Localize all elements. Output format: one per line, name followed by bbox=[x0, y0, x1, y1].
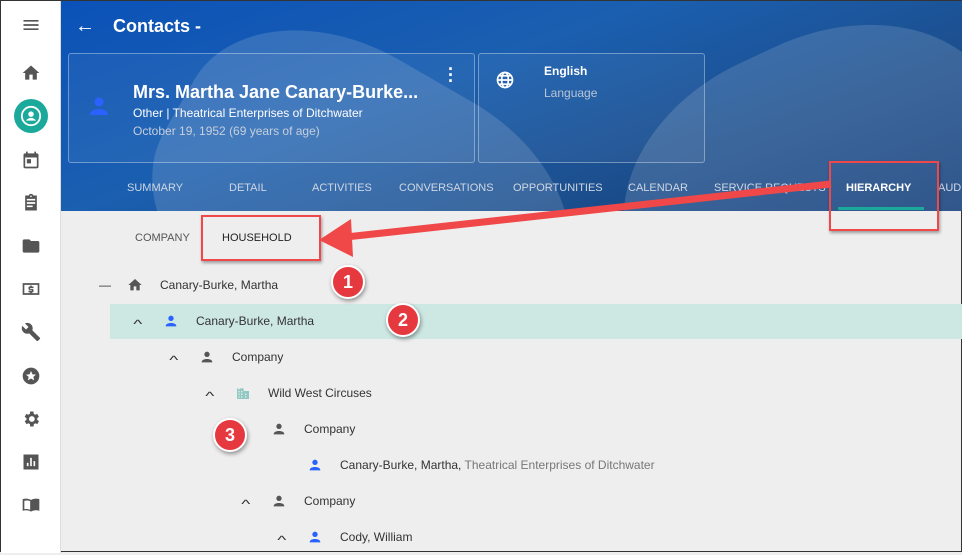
annotation-badge-1: 1 bbox=[331, 265, 365, 299]
annotation-badge-2: 2 bbox=[386, 303, 420, 337]
annotation-badge-3: 3 bbox=[213, 418, 247, 452]
annotation-arrow bbox=[319, 180, 832, 257]
